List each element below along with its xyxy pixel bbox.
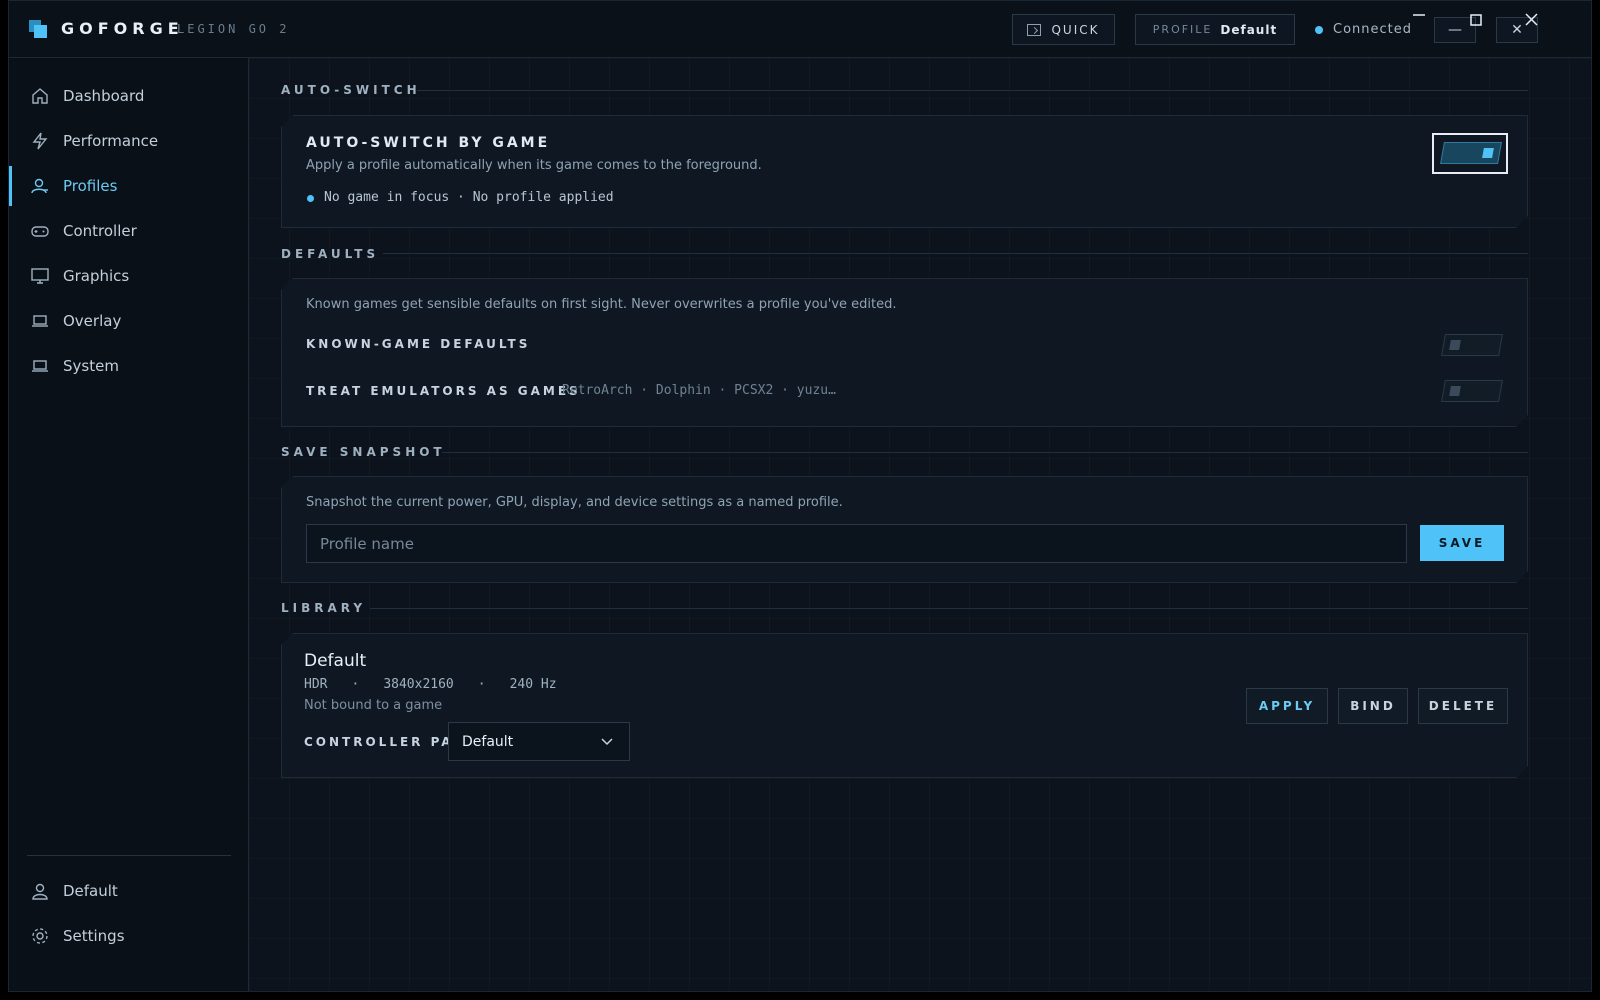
toggle-knob bbox=[1449, 340, 1461, 350]
toggle-knob bbox=[1449, 386, 1461, 396]
gamepad-icon bbox=[31, 226, 49, 237]
title-bar: GOFORGE LEGION GO 2 QUICK PROFILE Defaul… bbox=[9, 1, 1591, 58]
section-title-library: LIBRARY bbox=[281, 601, 367, 615]
brand-name: GOFORGE bbox=[61, 19, 184, 38]
user-icon bbox=[32, 883, 48, 900]
sidebar-item-graphics[interactable]: Graphics bbox=[9, 256, 248, 296]
section-title-save-snapshot: SAVE SNAPSHOT bbox=[281, 445, 446, 459]
profile-name-input[interactable] bbox=[306, 524, 1407, 563]
status-dot-icon bbox=[307, 195, 314, 202]
controller-pad-value: Default bbox=[462, 733, 514, 750]
section-title-defaults: DEFAULTS bbox=[281, 247, 380, 261]
known-game-label: KNOWN-GAME DEFAULTS bbox=[306, 337, 531, 351]
auto-switch-status: No game in focus · No profile applied bbox=[324, 190, 614, 205]
minimize-icon: — bbox=[1448, 22, 1462, 38]
sidebar: Dashboard Performance Profiles Controlle… bbox=[9, 58, 249, 991]
auto-switch-card: AUTO-SWITCH BY GAME Apply a profile auto… bbox=[281, 115, 1528, 228]
sidebar-item-label: System bbox=[63, 357, 119, 375]
library-profile-binding: Not bound to a game bbox=[304, 698, 443, 713]
monitor-icon bbox=[31, 268, 49, 284]
bind-button[interactable]: BIND bbox=[1338, 688, 1408, 724]
sidebar-item-label: Performance bbox=[63, 132, 159, 150]
quick-label: QUICK bbox=[1051, 22, 1100, 37]
section-divider bbox=[417, 90, 1528, 91]
library-profile-meta: HDR · 3840x2160 · 240 Hz bbox=[304, 677, 581, 692]
emulators-toggle[interactable] bbox=[1441, 380, 1503, 402]
snapshot-card: Snapshot the current power, GPU, display… bbox=[281, 476, 1528, 583]
profiles-icon bbox=[31, 178, 48, 194]
sidebar-item-dashboard[interactable]: Dashboard bbox=[9, 76, 248, 116]
brand-logo-icon bbox=[29, 20, 47, 38]
sidebar-item-performance[interactable]: Performance bbox=[9, 121, 248, 161]
sidebar-item-overlay[interactable]: Overlay bbox=[9, 301, 248, 341]
controller-pad-label: CONTROLLER PAD bbox=[304, 735, 467, 749]
profile-value: Default bbox=[1220, 22, 1278, 37]
connection-text: Connected bbox=[1333, 22, 1413, 37]
os-maximize-icon[interactable] bbox=[1470, 14, 1482, 26]
emulators-list: RetroArch · Dolphin · PCSX2 · yuzu… bbox=[562, 383, 836, 398]
library-profile-card: Default HDR · 3840x2160 · 240 Hz Not bou… bbox=[281, 633, 1528, 778]
sidebar-divider bbox=[27, 855, 231, 856]
laptop-icon bbox=[32, 315, 48, 327]
section-title-auto-switch: AUTO-SWITCH bbox=[281, 83, 421, 97]
toggle-knob bbox=[1482, 148, 1494, 158]
section-divider bbox=[370, 608, 1528, 609]
auto-switch-toggle[interactable] bbox=[1440, 142, 1502, 164]
library-profile-name: Default bbox=[304, 651, 367, 671]
section-divider bbox=[442, 452, 1528, 453]
os-close-icon[interactable] bbox=[1525, 13, 1538, 26]
meta-separator: · bbox=[351, 677, 360, 692]
active-profile-button[interactable]: PROFILE Default bbox=[1135, 14, 1295, 45]
meta-resolution: 3840x2160 bbox=[383, 677, 454, 692]
section-divider bbox=[383, 253, 1528, 254]
meta-hdr: HDR bbox=[304, 677, 328, 692]
chevron-down-icon bbox=[601, 738, 613, 746]
sidebar-item-label: Overlay bbox=[63, 312, 122, 330]
sidebar-item-label: Controller bbox=[63, 222, 137, 240]
os-minimize-icon[interactable] bbox=[1413, 13, 1425, 17]
quick-button[interactable]: QUICK bbox=[1012, 14, 1115, 45]
close-icon: ✕ bbox=[1511, 22, 1523, 38]
delete-button[interactable]: DELETE bbox=[1418, 688, 1508, 724]
sidebar-item-label: Dashboard bbox=[63, 87, 145, 105]
sidebar-item-controller[interactable]: Controller bbox=[9, 211, 248, 251]
sidebar-item-label: Graphics bbox=[63, 267, 130, 285]
auto-switch-description: Apply a profile automatically when its g… bbox=[306, 158, 762, 173]
meta-separator: · bbox=[477, 677, 486, 692]
known-game-toggle[interactable] bbox=[1441, 334, 1503, 356]
sidebar-item-system[interactable]: System bbox=[9, 346, 248, 386]
device-name: LEGION GO 2 bbox=[177, 22, 290, 36]
defaults-card: Known games get sensible defaults on fir… bbox=[281, 278, 1528, 427]
controller-pad-select[interactable]: Default bbox=[448, 722, 630, 761]
home-icon bbox=[32, 88, 48, 104]
laptop-icon bbox=[32, 360, 48, 372]
sidebar-item-label: Default bbox=[63, 882, 118, 900]
sidebar-item-label: Profiles bbox=[63, 177, 118, 195]
quick-panel-icon bbox=[1027, 23, 1042, 36]
profile-label: PROFILE bbox=[1152, 23, 1213, 36]
emulators-label: TREAT EMULATORS AS GAMES bbox=[306, 384, 581, 398]
app-window: GOFORGE LEGION GO 2 QUICK PROFILE Defaul… bbox=[8, 0, 1592, 992]
main-content: AUTO-SWITCH AUTO-SWITCH BY GAME Apply a … bbox=[249, 58, 1591, 991]
sidebar-item-profiles[interactable]: Profiles bbox=[9, 166, 248, 206]
status-dot-icon bbox=[1315, 25, 1323, 34]
save-button[interactable]: SAVE bbox=[1420, 525, 1504, 561]
sidebar-item-settings[interactable]: Settings bbox=[9, 916, 248, 956]
snapshot-description: Snapshot the current power, GPU, display… bbox=[306, 495, 843, 510]
apply-button[interactable]: APPLY bbox=[1246, 688, 1328, 724]
sidebar-item-label: Settings bbox=[63, 927, 125, 945]
connection-status: Connected bbox=[1315, 22, 1412, 37]
gear-icon bbox=[32, 928, 48, 944]
sidebar-item-user-profile[interactable]: Default bbox=[9, 871, 248, 911]
auto-switch-title: AUTO-SWITCH BY GAME bbox=[306, 135, 551, 151]
bolt-icon bbox=[32, 132, 48, 150]
defaults-description: Known games get sensible defaults on fir… bbox=[306, 297, 897, 312]
meta-refresh: 240 Hz bbox=[509, 677, 557, 692]
